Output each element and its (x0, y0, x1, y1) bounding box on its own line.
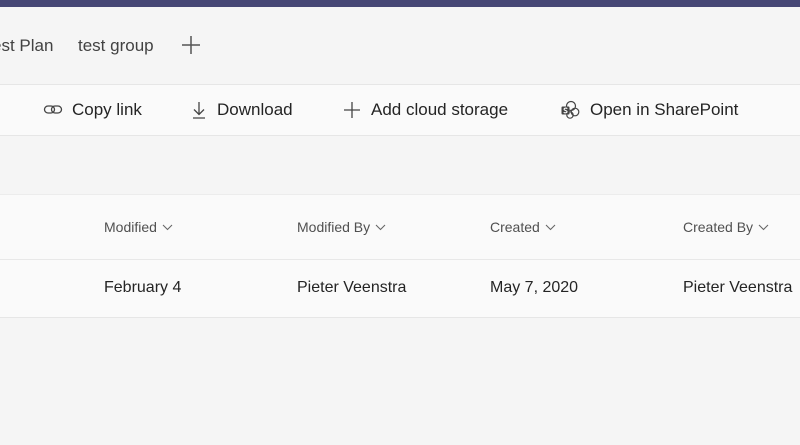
chevron-down-icon (162, 224, 173, 230)
plus-icon (182, 36, 200, 54)
channel-tab-bar: est Plan test group (0, 7, 800, 84)
plus-icon (344, 102, 360, 118)
download-label: Download (217, 100, 293, 119)
table-row[interactable]: February 4 Pieter Veenstra May 7, 2020 P… (0, 260, 800, 318)
open-in-sharepoint-label: Open in SharePoint (590, 100, 739, 119)
chevron-down-icon (375, 224, 386, 230)
column-header-modified-by[interactable]: Modified By (297, 195, 386, 259)
column-header-modified[interactable]: Modified (104, 195, 173, 259)
tab-plan[interactable]: est Plan (0, 7, 53, 84)
download-button[interactable]: Download (190, 85, 293, 135)
file-list: Modified Modified By Created Created By … (0, 194, 800, 318)
cell-modified-by: Pieter Veenstra (297, 279, 407, 296)
copy-link-label: Copy link (72, 100, 142, 119)
open-in-sharepoint-button[interactable]: Open in SharePoint (560, 85, 738, 135)
cell-created-by: Pieter Veenstra (683, 279, 793, 296)
column-header-label: Created By (683, 219, 754, 235)
cell-created: May 7, 2020 (490, 279, 579, 296)
add-tab-button[interactable] (180, 34, 202, 56)
tab-test-group[interactable]: test group (78, 7, 154, 84)
add-cloud-storage-button[interactable]: Add cloud storage (342, 85, 508, 135)
chevron-down-icon (758, 224, 769, 230)
sharepoint-icon (561, 100, 580, 119)
add-cloud-storage-label: Add cloud storage (371, 100, 509, 119)
link-icon (43, 105, 63, 114)
app-title-bar (0, 0, 800, 7)
content-spacer (0, 136, 800, 194)
column-header-label: Modified (104, 219, 157, 235)
column-header-label: Modified By (297, 219, 371, 235)
column-header-created[interactable]: Created (490, 195, 556, 259)
download-icon (193, 102, 205, 119)
files-command-bar: Copy link Download Add cloud storage Ope… (0, 84, 800, 136)
column-header-label: Created (490, 219, 540, 235)
copy-link-button[interactable]: Copy link (43, 85, 142, 135)
chevron-down-icon (545, 224, 556, 230)
cell-modified: February 4 (104, 279, 182, 296)
column-header-created-by[interactable]: Created By (683, 195, 769, 259)
column-header-row: Modified Modified By Created Created By (0, 194, 800, 260)
